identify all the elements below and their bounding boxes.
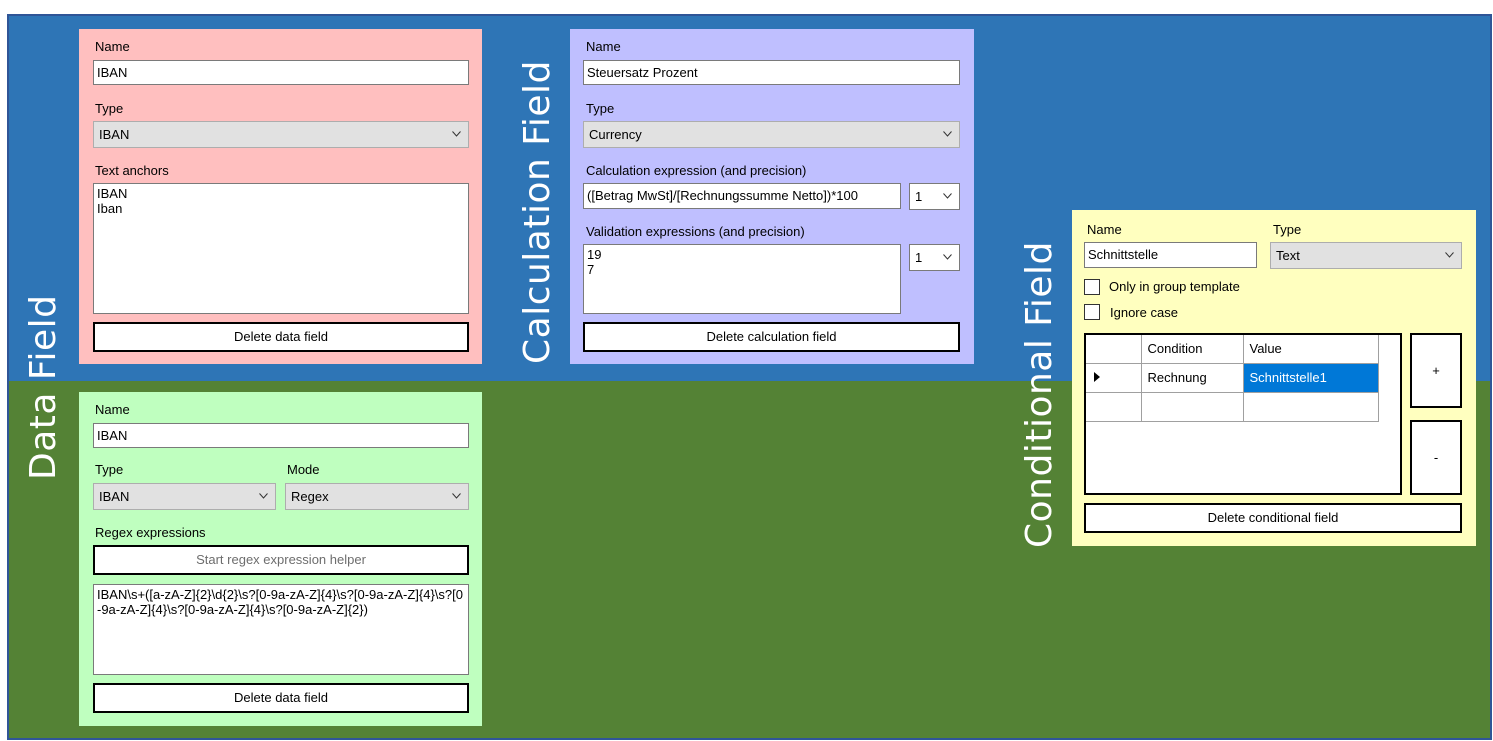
calculation-precision-value: 1 — [915, 189, 923, 204]
text-anchors-label: Text anchors — [95, 163, 169, 178]
delete-data-field-button[interactable]: Delete data field — [93, 322, 469, 352]
column-header-value[interactable]: Value — [1243, 335, 1379, 364]
only-in-group-template-checkbox[interactable] — [1084, 279, 1100, 295]
mode-value: Regex — [291, 489, 329, 504]
chevron-down-icon — [452, 493, 461, 499]
delete-calculation-field-button[interactable]: Delete calculation field — [583, 322, 960, 352]
chevron-down-icon — [943, 254, 952, 260]
validation-precision-value: 1 — [915, 250, 923, 265]
regex-expressions-label: Regex expressions — [95, 525, 206, 540]
type-dropdown[interactable]: IBAN — [93, 483, 276, 510]
type-value: IBAN — [99, 127, 130, 142]
start-regex-helper-button[interactable]: Start regex expression helper — [93, 545, 469, 575]
conditions-grid[interactable]: Condition Value Rechnung Schnittstelle1 — [1084, 333, 1402, 495]
type-label: Type — [95, 462, 124, 477]
calculation-expression-input[interactable]: ([Betrag MwSt]/[Rechnungssumme Netto])*1… — [583, 183, 901, 209]
validation-expressions-input[interactable]: 19 7 — [583, 244, 901, 314]
name-input[interactable]: Schnittstelle — [1084, 242, 1257, 268]
current-row-arrow-icon — [1094, 372, 1100, 382]
ignore-case-checkbox[interactable] — [1084, 304, 1100, 320]
type-dropdown[interactable]: IBAN — [93, 121, 469, 148]
chevron-down-icon — [259, 493, 268, 499]
validation-precision-dropdown[interactable]: 1 — [909, 244, 960, 271]
data-field-panel-regex: Name IBAN Type IBAN Mode Regex Regex exp… — [79, 392, 482, 726]
add-condition-button[interactable]: + — [1410, 333, 1462, 408]
remove-condition-button[interactable]: - — [1410, 420, 1462, 495]
conditional-field-title: Conditional Field — [1019, 241, 1060, 548]
name-input[interactable]: IBAN — [93, 60, 469, 85]
data-field-panel-anchors: Name IBAN Type IBAN Text anchors IBAN Ib… — [79, 29, 482, 364]
table-row[interactable] — [1086, 392, 1379, 422]
type-label: Type — [586, 101, 615, 116]
delete-conditional-field-button[interactable]: Delete conditional field — [1084, 503, 1462, 533]
column-header-condition[interactable]: Condition — [1141, 335, 1244, 364]
value-cell[interactable] — [1243, 392, 1379, 422]
type-label: Type — [95, 101, 124, 116]
text-anchors-input[interactable]: IBAN Iban — [93, 183, 469, 314]
row-header-corner — [1086, 335, 1142, 364]
type-value: IBAN — [99, 489, 130, 504]
name-label: Name — [95, 402, 130, 417]
chevron-down-icon — [452, 131, 461, 137]
name-input[interactable]: Steuersatz Prozent — [583, 60, 960, 85]
type-dropdown[interactable]: Text — [1270, 242, 1462, 269]
ignore-case-label: Ignore case — [1110, 305, 1178, 320]
regex-expressions-input[interactable]: IBAN\s+([a-zA-Z]{2}\d{2}\s?[0-9a-zA-Z]{4… — [93, 584, 469, 675]
type-label: Type — [1273, 222, 1302, 237]
calculation-expression-label: Calculation expression (and precision) — [586, 163, 807, 178]
type-dropdown[interactable]: Currency — [583, 121, 960, 148]
calculation-precision-dropdown[interactable]: 1 — [909, 183, 960, 210]
table-row[interactable]: Rechnung Schnittstelle1 — [1086, 363, 1379, 393]
mode-dropdown[interactable]: Regex — [285, 483, 469, 510]
grid-header-row: Condition Value — [1086, 335, 1379, 364]
row-header[interactable] — [1086, 392, 1142, 422]
validation-expressions-label: Validation expressions (and precision) — [586, 224, 805, 239]
row-header[interactable] — [1086, 363, 1142, 393]
chevron-down-icon — [943, 131, 952, 137]
chevron-down-icon — [943, 193, 952, 199]
delete-data-field-button[interactable]: Delete data field — [93, 683, 469, 713]
name-label: Name — [95, 39, 130, 54]
condition-cell[interactable] — [1141, 392, 1244, 422]
type-value: Text — [1276, 248, 1300, 263]
condition-cell[interactable]: Rechnung — [1141, 363, 1244, 393]
type-value: Currency — [589, 127, 642, 142]
mode-label: Mode — [287, 462, 320, 477]
only-in-group-template-label: Only in group template — [1109, 279, 1240, 294]
calculation-field-title: Calculation Field — [517, 60, 558, 364]
name-label: Name — [586, 39, 621, 54]
calculation-field-panel: Name Steuersatz Prozent Type Currency Ca… — [570, 29, 974, 364]
chevron-down-icon — [1445, 252, 1454, 258]
data-field-title: Data Field — [23, 294, 64, 481]
conditional-field-panel: Name Schnittstelle Type Text Only in gro… — [1072, 210, 1476, 546]
name-label: Name — [1087, 222, 1122, 237]
value-cell[interactable]: Schnittstelle1 — [1243, 363, 1379, 393]
name-input[interactable]: IBAN — [93, 423, 469, 448]
